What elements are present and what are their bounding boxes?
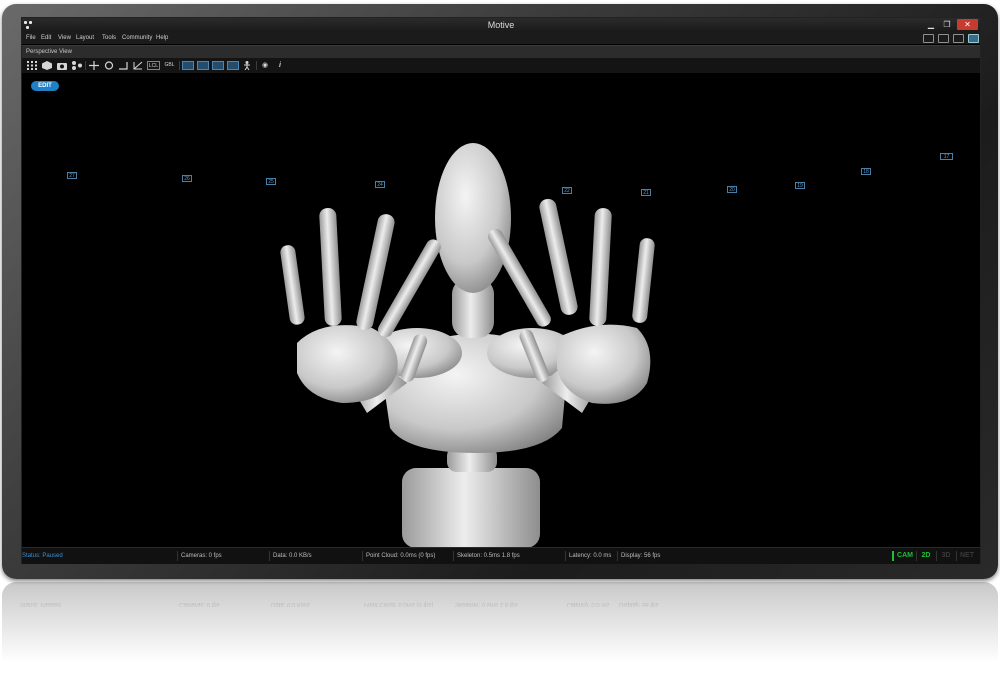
layout-icon-2[interactable] xyxy=(938,34,949,43)
reflect-display: Display: 56 fps xyxy=(619,601,659,607)
move-icon[interactable] xyxy=(89,61,99,70)
measure-icon[interactable] xyxy=(133,61,143,70)
toolbar-separator xyxy=(256,61,257,70)
status-separator xyxy=(269,551,270,561)
status-cameras: Cameras: 0 fps xyxy=(181,553,222,559)
restore-button[interactable]: ❐ xyxy=(941,19,953,30)
reflect-cameras: Cameras: 0 fps xyxy=(179,601,220,607)
status-point-cloud: Point Cloud: 0.0ms (0 fps) xyxy=(366,553,436,559)
select-markers-icon[interactable] xyxy=(182,61,194,70)
toolbar-separator xyxy=(179,61,180,70)
minimize-button[interactable]: ▁ xyxy=(925,19,937,30)
visibility-eye-icon[interactable]: ◉ xyxy=(260,61,270,70)
reflect-latency: Latency: 0.0 ms xyxy=(567,601,610,607)
status-separator xyxy=(177,551,178,561)
menu-help[interactable]: Help xyxy=(156,32,168,44)
menu-edit[interactable]: Edit xyxy=(41,32,51,44)
layout-icon-1[interactable] xyxy=(923,34,934,43)
person-outline-icon[interactable] xyxy=(242,61,252,71)
info-icon[interactable]: i xyxy=(275,61,285,70)
status-skeleton: Skeleton: 0.5ms 1.8 fps xyxy=(457,553,520,559)
nodes-icon[interactable] xyxy=(72,61,82,70)
window-title: Motive xyxy=(487,20,515,30)
status-data: Data: 0.0 KB/s xyxy=(273,553,312,559)
select-rigidbody-icon[interactable] xyxy=(197,61,209,70)
status-state: Status: Paused xyxy=(22,553,63,559)
camera-icon[interactable] xyxy=(57,61,67,70)
status-separator xyxy=(565,551,566,561)
select-person-icon[interactable] xyxy=(227,61,239,70)
title-bar: Motive ▁ ❐ ✕ xyxy=(22,18,980,32)
cam-mode-indicator[interactable]: CAM xyxy=(892,551,916,561)
menu-view[interactable]: View xyxy=(58,32,71,44)
viewport-toolbar: LCL GBL ◉ i xyxy=(22,58,980,73)
menu-layout[interactable]: Layout xyxy=(76,32,94,44)
2d-mode-indicator[interactable]: 2D xyxy=(916,551,935,561)
status-display: Display: 56 fps xyxy=(621,553,661,559)
toolbar-separator xyxy=(85,61,86,70)
3d-mode-indicator[interactable]: 3D xyxy=(936,551,955,561)
rotate-icon[interactable] xyxy=(104,61,114,70)
pane-header: Perspective View xyxy=(22,45,980,59)
status-separator xyxy=(453,551,454,561)
local-coords-button[interactable]: LCL xyxy=(147,61,160,70)
reflect-skeleton: Skeleton: 0.5ms 1.8 fps xyxy=(455,601,518,607)
perspective-viewport[interactable]: EDIT 27 26 25 24 22 21 20 19 18 17 xyxy=(22,73,980,547)
menu-bar: File Edit View Layout Tools Community He… xyxy=(22,32,980,44)
mannequin-figure xyxy=(280,143,655,547)
reflect-state: Status: Paused xyxy=(20,601,61,607)
menu-file[interactable]: File xyxy=(26,32,36,44)
cube-icon[interactable] xyxy=(42,61,52,70)
menu-tools[interactable]: Tools xyxy=(102,32,116,44)
reflect-point-cloud: Point Cloud: 0.0ms (0 fps) xyxy=(364,601,434,607)
close-button[interactable]: ✕ xyxy=(957,19,978,30)
global-coords-button[interactable]: GBL xyxy=(163,61,176,70)
status-bar: Status: Paused Cameras: 0 fps Data: 0.0 … xyxy=(22,547,980,564)
status-separator xyxy=(362,551,363,561)
status-separator xyxy=(617,551,618,561)
pane-title: Perspective View xyxy=(26,49,72,55)
menu-community[interactable]: Community xyxy=(122,32,152,44)
grid-icon[interactable] xyxy=(27,61,37,70)
select-skeleton-icon[interactable] xyxy=(212,61,224,70)
reflect-data: Data: 0.0 KB/s xyxy=(271,601,310,607)
app-window: Motive ▁ ❐ ✕ File Edit View Layout Tools… xyxy=(21,17,981,564)
layout-icon-4[interactable] xyxy=(968,34,979,43)
layout-icon-3[interactable] xyxy=(953,34,964,43)
net-mode-indicator[interactable]: NET xyxy=(956,551,977,561)
status-latency: Latency: 0.0 ms xyxy=(569,553,612,559)
status-bar-reflection: Status: Paused Cameras: 0 fps Data: 0.0 … xyxy=(20,597,978,607)
scale-icon[interactable] xyxy=(118,61,128,70)
